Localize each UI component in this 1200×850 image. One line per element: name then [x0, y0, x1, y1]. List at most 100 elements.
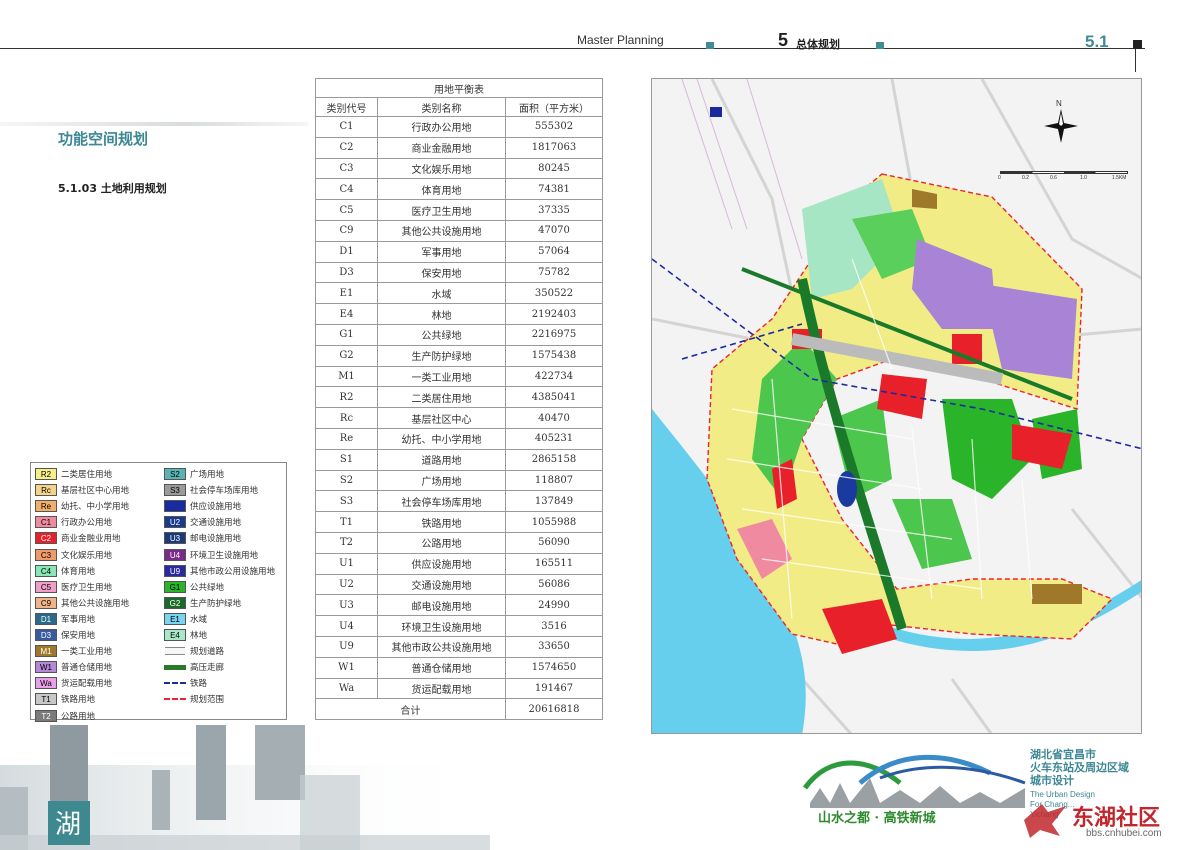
table-cell-code: C3 [315, 157, 378, 180]
legend-item: Re 幼托、中小学用地 [35, 499, 129, 513]
legend-item: E1 水域 [164, 612, 207, 626]
legend-swatch: G2 [164, 596, 186, 609]
table-row: G1 公共绿地 2216975 [315, 323, 603, 346]
table-cell-code: W1 [315, 656, 378, 679]
table-cell-area: 4385041 [505, 386, 603, 409]
legend-label: 医疗卫生用地 [61, 582, 113, 593]
table-cell-area: 2865158 [505, 448, 603, 471]
chapter-number: 5 [778, 30, 789, 50]
legend-swatch: T1 [35, 693, 57, 706]
legend-swatch: Wa [35, 677, 57, 690]
table-row: D1 军事用地 57064 [315, 240, 603, 263]
header-rule [0, 48, 1145, 49]
table-cell-area: 47070 [505, 219, 603, 242]
table-cell-code: U1 [315, 552, 378, 575]
chapter-title: 总体规划 [796, 38, 840, 51]
table-cell-name: 公路用地 [377, 531, 506, 554]
table-cell-area: 37335 [505, 199, 603, 221]
project-title: 湖北省宜昌市 火车东站及周边区域 城市设计 [1030, 748, 1129, 787]
table-row: D3 保安用地 75782 [315, 261, 603, 284]
table-row: Rc 基层社区中心 40470 [315, 407, 603, 429]
table-cell-code: G1 [315, 323, 378, 346]
legend-swatch: C1 [35, 516, 57, 529]
legend-label: 基层社区中心用地 [61, 486, 130, 497]
project-title-line: 火车东站及周边区域 [1030, 761, 1129, 774]
table-cell-code: Rc [315, 407, 378, 429]
table-row: U3 邮电设施用地 24990 [315, 594, 603, 617]
table-cell-code: U3 [315, 594, 378, 617]
table-cell-code: T2 [315, 531, 378, 554]
legend-swatch: C4 [35, 564, 57, 577]
table-cell-area: 422734 [505, 365, 603, 388]
scale-label: 0.6 [1050, 175, 1057, 181]
table-cell-name: 其他市政公共设施用地 [377, 635, 506, 658]
legend-label: 商业金融业用地 [61, 534, 121, 545]
legend-label: 社会停车场库用地 [190, 486, 259, 497]
table-row: W1 普通仓储用地 1574650 [315, 656, 603, 679]
table-cell-area: 74381 [505, 178, 603, 201]
table-cell-name: 道路用地 [377, 448, 506, 471]
land-use-map[interactable]: N 0 0.2 0.6 1.0 1.5KM [651, 78, 1142, 734]
table-row: U2 交通设施用地 56086 [315, 573, 603, 596]
land-balance-table: 用地平衡表 类别代号 类别名称 面积（平方米） C1 行政办公用地 555302 C2 商业金融… [315, 78, 603, 721]
legend-label: 交通设施用地 [190, 518, 242, 529]
table-cell-name: 社会停车场库用地 [377, 490, 506, 513]
legend-swatch: D1 [35, 612, 57, 625]
table-cell-name: 其他公共设施用地 [377, 219, 506, 242]
legend-label: 环境卫生设施用地 [190, 550, 259, 561]
legend-item: D1 军事用地 [35, 612, 95, 626]
legend-item: T2 公路用地 [35, 709, 95, 723]
table-cell-name: 基层社区中心 [377, 407, 506, 429]
svg-text:湖: 湖 [55, 809, 81, 839]
legend-item: R2 二类居住用地 [35, 467, 112, 481]
table-cell-area: 191467 [505, 677, 603, 700]
legend-label: 幼托、中小学用地 [61, 502, 130, 513]
scale-labels: 0 0.2 0.6 1.0 1.5KM [992, 175, 1132, 183]
project-title-line: 湖北省宜昌市 [1030, 748, 1096, 761]
table-cell-name: 货运配载用地 [377, 677, 506, 700]
table-row: S1 道路用地 2865158 [315, 448, 603, 471]
header-marker [876, 42, 884, 49]
legend-swatch: R2 [35, 468, 57, 480]
legend-label: 行政办公用地 [61, 518, 113, 529]
legend-item: C4 体育用地 [35, 564, 95, 578]
legend-swatch: C9 [35, 596, 57, 609]
table-cell-area: 80245 [505, 157, 603, 180]
table-row: M1 一类工业用地 422734 [315, 365, 603, 388]
header-en-title: Master Planning [577, 33, 664, 47]
table-header-cell: 类别名称 [377, 97, 506, 117]
legend-item: G2 生产防护绿地 [164, 596, 241, 610]
road-legend-icon [164, 645, 186, 657]
table-cell-name: 供应设施用地 [377, 552, 506, 575]
legend-label: 体育用地 [61, 566, 96, 577]
legend-item: C9 其他公共设施用地 [35, 596, 129, 610]
table-cell-area: 75782 [505, 261, 603, 284]
scale-bar-graphic [1000, 171, 1128, 174]
table-cell-code: T1 [315, 511, 378, 533]
table-cell-area: 165511 [505, 552, 603, 575]
table-cell-area: 1574650 [505, 656, 603, 679]
legend-item: 规划范围 [164, 692, 224, 706]
table-cell-code: G2 [315, 344, 378, 367]
table-total-value: 20616818 [505, 698, 603, 721]
table-row: E4 林地 2192403 [315, 303, 603, 325]
table-row: E1 水域 350522 [315, 282, 603, 305]
legend-label: 水域 [190, 614, 208, 625]
legend-swatch: U4 [164, 548, 186, 561]
legend-item: Wa 货运配载用地 [35, 676, 112, 690]
project-slogan: 山水之都 · 高铁新城 [818, 811, 936, 826]
legend-item: U3 邮电设施用地 [164, 531, 241, 545]
table-cell-code: S2 [315, 469, 378, 492]
table-cell-area: 405231 [505, 427, 603, 450]
table-cell-area: 350522 [505, 282, 603, 305]
legend-label: 高压走廊 [190, 663, 225, 674]
table-row: C2 商业金融用地 1817063 [315, 136, 603, 159]
legend-swatch: U9 [164, 564, 186, 577]
legend-item: U1 供应设施用地 [164, 499, 241, 513]
north-label: N [1056, 99, 1062, 108]
table-cell-area: 1575438 [505, 344, 603, 367]
project-title-line: 城市设计 [1030, 774, 1074, 787]
table-cell-code: S3 [315, 490, 378, 513]
legend-label: 保安用地 [61, 631, 96, 641]
legend-item: 规划道路 [164, 644, 224, 658]
